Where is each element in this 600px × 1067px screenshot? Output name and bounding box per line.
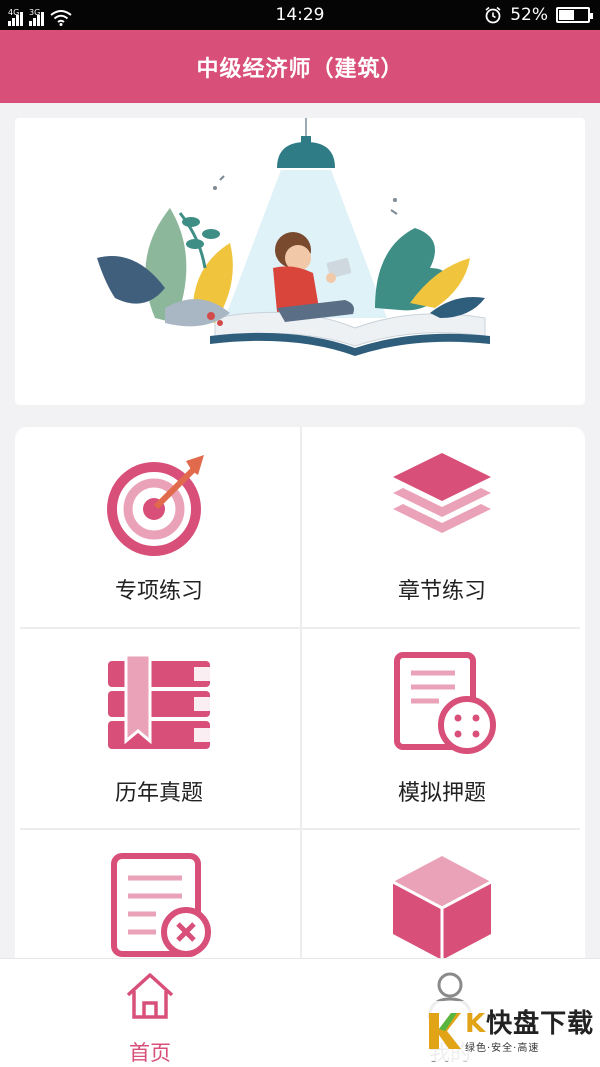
tab-label: 首页 xyxy=(129,1041,171,1065)
title-bar: 中级经济师（建筑） xyxy=(0,30,600,103)
menu-item-label: 专项练习 xyxy=(114,579,203,604)
menu-item-label: 模拟押题 xyxy=(397,781,486,806)
menu-item-mock-exam[interactable]: 模拟押题 xyxy=(301,629,583,827)
page-title: 中级经济师（建筑） xyxy=(196,56,404,82)
menu-item-chapter-practice[interactable]: 章节练习 xyxy=(301,427,583,625)
battery-percent: 52% xyxy=(510,5,548,25)
watermark-tagline: 绿色·安全·高速 xyxy=(465,1042,540,1054)
document-x-icon xyxy=(111,853,211,957)
menu-item-label: 历年真题 xyxy=(114,781,203,806)
banner-illustration[interactable] xyxy=(15,118,585,405)
cube-icon xyxy=(392,856,492,960)
menu-item-special-practice[interactable]: 专项练习 xyxy=(18,427,300,625)
menu-item-past-exams[interactable]: 历年真题 xyxy=(18,629,300,827)
tab-home[interactable]: 首页 xyxy=(0,959,300,1067)
layers-icon xyxy=(393,453,491,533)
status-bar: 4G 3G 14:29 52% xyxy=(0,0,600,30)
target-arrow-icon xyxy=(107,455,204,556)
status-right: 52% xyxy=(484,5,593,25)
watermark-brand: K快盘下载 xyxy=(465,1008,595,1039)
menu-item-label: 章节练习 xyxy=(397,579,486,604)
reading-boy-illustration xyxy=(97,118,490,356)
document-target-icon xyxy=(394,652,496,754)
books-icon xyxy=(108,653,210,749)
home-icon xyxy=(126,973,174,1019)
watermark: K快盘下载 绿色·安全·高速 xyxy=(421,1001,596,1061)
alarm-icon xyxy=(485,6,501,24)
watermark-logo xyxy=(429,1013,461,1049)
battery-icon xyxy=(556,7,593,23)
